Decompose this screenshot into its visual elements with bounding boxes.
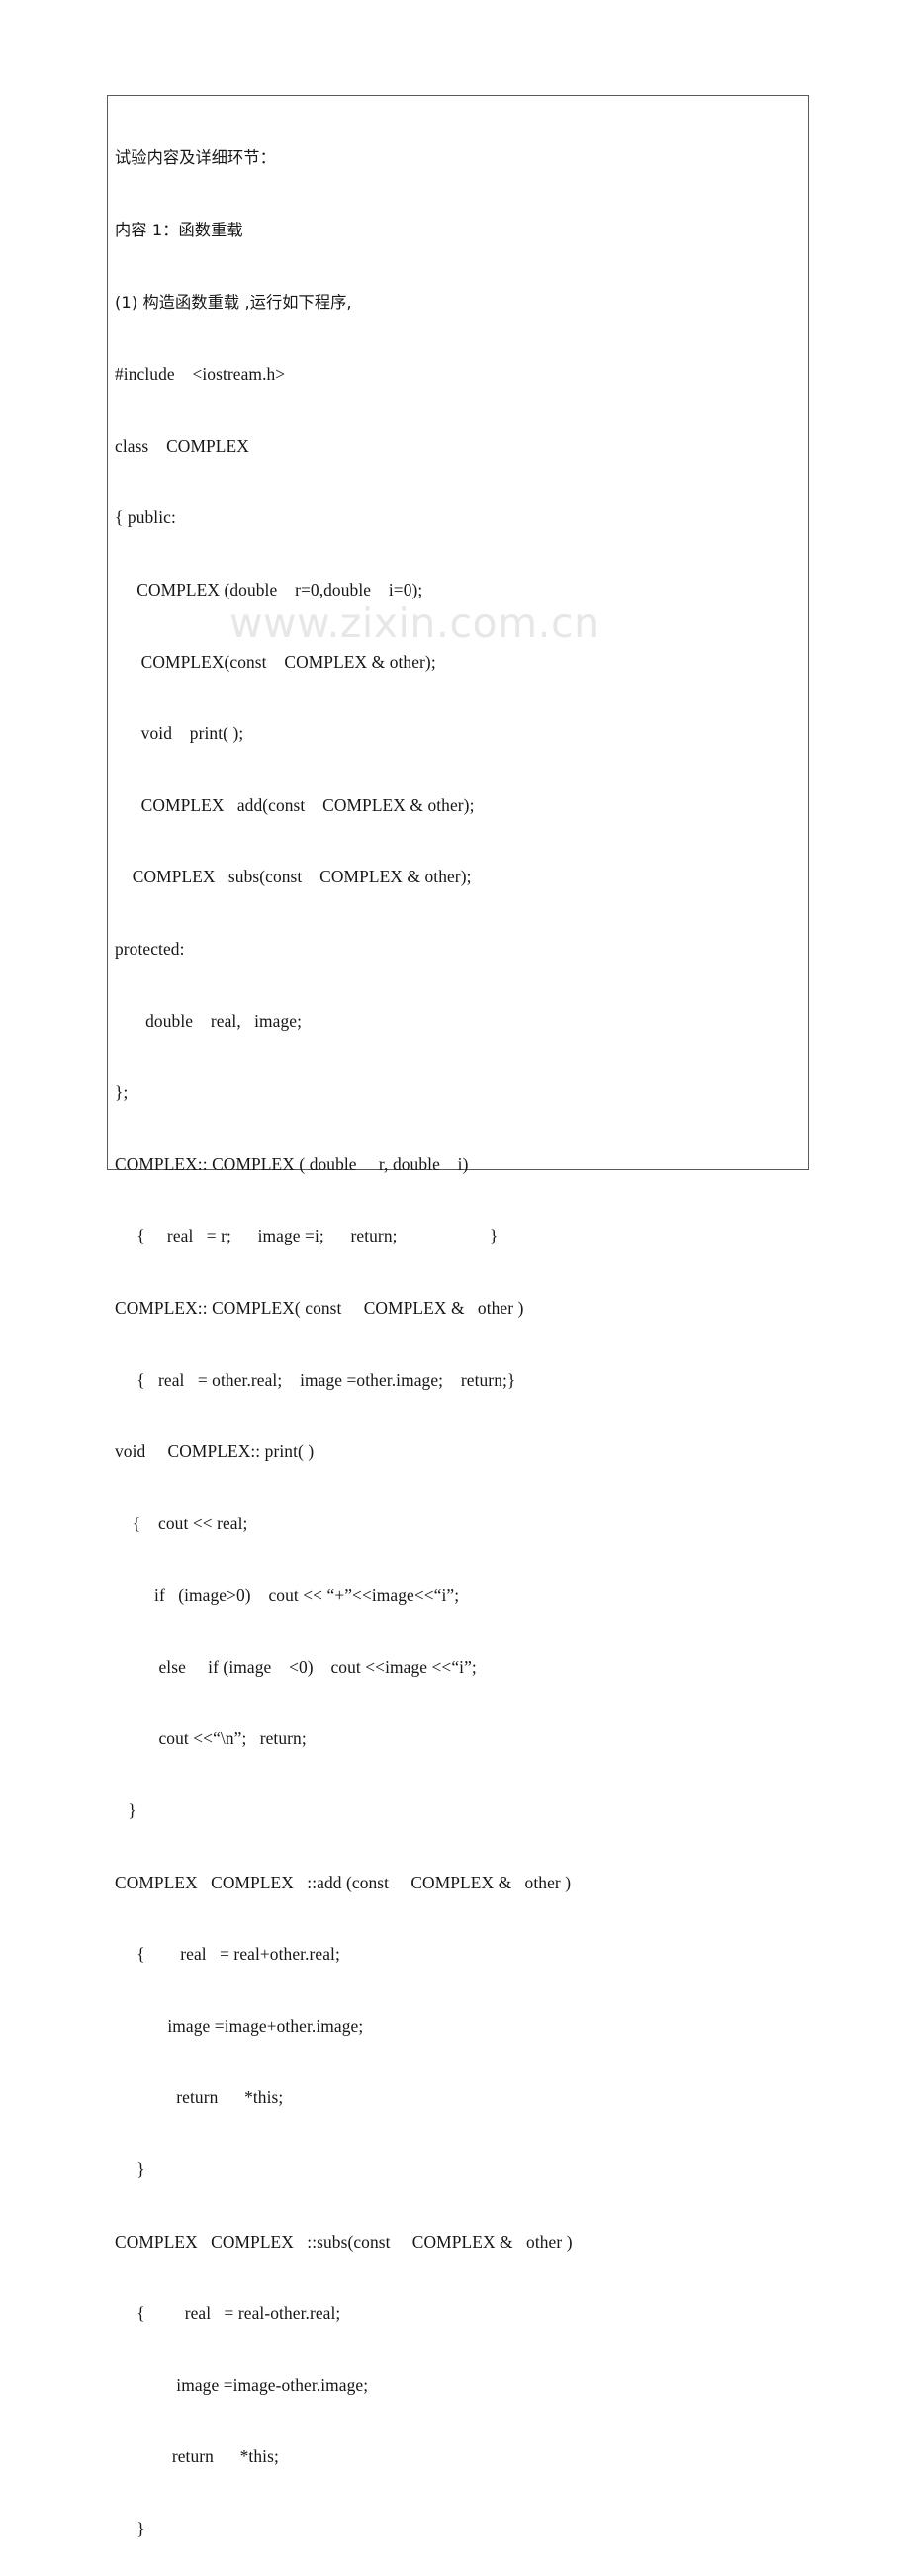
code-line-add-def: COMPLEX COMPLEX ::add (const COMPLEX & o… xyxy=(115,1872,572,1892)
code-line-copy-ctor-def: COMPLEX:: COMPLEX( const COMPLEX & other… xyxy=(115,1297,524,1318)
code-listing: 试验内容及详细环节： 内容 1：函数重载 (1) 构造函数重载 ,运行如下程序,… xyxy=(115,99,807,2576)
code-line-subs-decl: COMPLEX subs(const COMPLEX & other); xyxy=(115,867,472,887)
code-line-subs-return: return *this; xyxy=(115,2446,279,2467)
code-line-add-decl: COMPLEX add(const COMPLEX & other); xyxy=(115,794,475,815)
heading-line: 试验内容及详细环节： xyxy=(115,148,276,168)
code-line-copy-ctor-body: { real = other.real; image =other.image;… xyxy=(115,1369,516,1390)
code-line-ctor-def: COMPLEX:: COMPLEX ( double r, double i) xyxy=(115,1153,469,1174)
code-line-print-newline: cout <<“\n”; return; xyxy=(115,1728,307,1749)
code-line-include: #include <iostream.h> xyxy=(115,364,286,385)
code-line-copy-ctor-decl: COMPLEX(const COMPLEX & other); xyxy=(115,651,436,672)
code-line-subs-real: { real = real-other.real; xyxy=(115,2303,341,2324)
code-line-add-return: return *this; xyxy=(115,2087,284,2108)
code-line-protected: protected: xyxy=(115,938,185,959)
code-line-add-image: image =image+other.image; xyxy=(115,2015,364,2036)
code-line-add-real: { real = real+other.real; xyxy=(115,1944,340,1965)
task-line: (1) 构造函数重载 ,运行如下程序, xyxy=(115,292,352,312)
code-line-print-open: { cout << real; xyxy=(115,1513,248,1533)
code-line-class-end: }; xyxy=(115,1082,129,1103)
code-line-subs-close: } xyxy=(115,2519,145,2538)
code-line-members: double real, image; xyxy=(115,1010,303,1031)
code-line-add-close: } xyxy=(115,2160,145,2180)
code-line-ctor-decl: COMPLEX (double r=0,double i=0); xyxy=(115,579,423,599)
code-line-class: class COMPLEX xyxy=(115,435,249,456)
code-line-print-def: void COMPLEX:: print( ) xyxy=(115,1441,315,1462)
code-line-print-decl: void print( ); xyxy=(115,723,244,744)
code-line-ctor-body: { real = r; image =i; return; } xyxy=(115,1226,499,1246)
code-line-subs-image: image =image-other.image; xyxy=(115,2374,369,2395)
code-line-print-if: if (image>0) cout << “+”<<image<<“i”; xyxy=(115,1585,460,1606)
document-page: 试验内容及详细环节： 内容 1：函数重载 (1) 构造函数重载 ,运行如下程序,… xyxy=(0,0,910,2538)
code-line-subs-def: COMPLEX COMPLEX ::subs(const COMPLEX & o… xyxy=(115,2231,573,2252)
code-line-print-else: else if (image <0) cout <<image <<“i”; xyxy=(115,1656,477,1677)
code-line-public: { public: xyxy=(115,507,176,528)
code-line-print-close: } xyxy=(115,1800,136,1821)
exercise-content-table: 试验内容及详细环节： 内容 1：函数重载 (1) 构造函数重载 ,运行如下程序,… xyxy=(107,95,809,2538)
section-line: 内容 1：函数重载 xyxy=(115,221,243,239)
